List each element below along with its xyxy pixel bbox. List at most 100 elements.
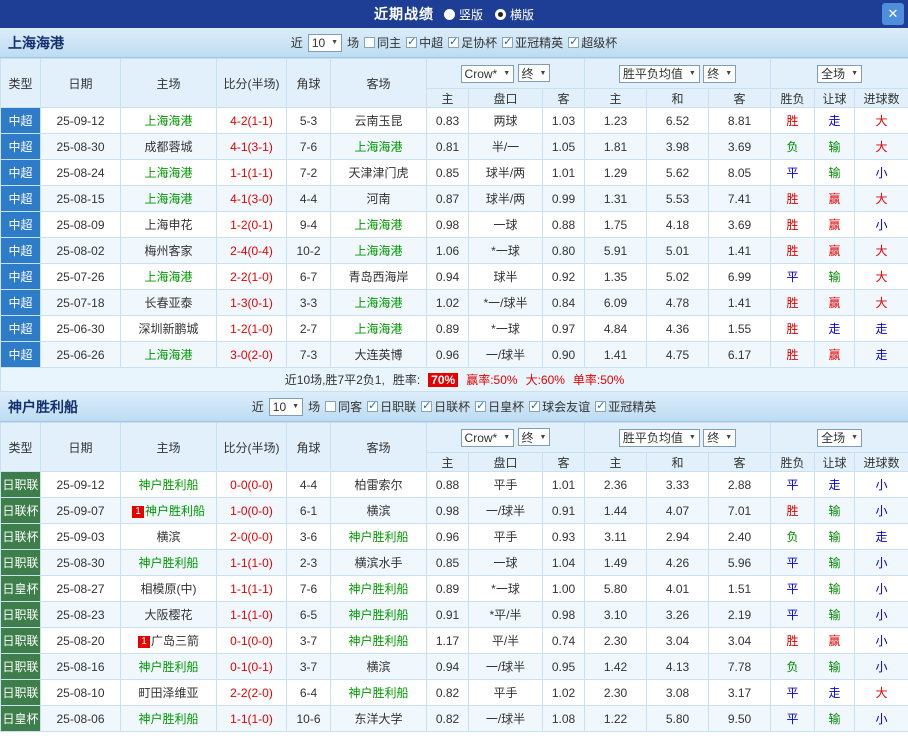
asia-handicap: 一/球半 (468, 341, 543, 368)
asia-away-odds: 0.88 (541, 211, 586, 238)
selected-team-name: 上海海港 (144, 114, 193, 128)
competition-filter[interactable]: 亚冠精英 (595, 398, 656, 415)
league-badge: 中超 (0, 289, 41, 316)
summary-content: 近10场,胜7平2负1, 胜率: 70% 赢率:50% 大:60% 单率:50% (2, 371, 908, 388)
competition-filter[interactable]: 同主 (364, 34, 401, 51)
team-cell: 上海海港 (330, 289, 427, 316)
corner-score: 6-4 (286, 679, 331, 706)
team-name: 横滨 (366, 504, 391, 518)
handicap-result-cell: 输 (814, 133, 856, 160)
europe-odds-select[interactable]: 胜平负均值 ▼ (618, 64, 700, 83)
europe-stage-select[interactable]: 终 ▼ (703, 64, 737, 83)
select-value: Crow* (464, 66, 498, 81)
asia-handicap: *一球 (468, 575, 543, 602)
goals-result-cell: 大 (854, 237, 908, 264)
asia-stage-select[interactable]: 终 ▼ (517, 428, 551, 447)
match-row: 日联杯 25-09-03 横滨 2-0(0-0) 3-6 神户胜利船 0.96 平手 0.93 3… (0, 523, 908, 550)
bookmaker-select[interactable]: Crow* ▼ (460, 428, 515, 447)
match-score: 2-2(2-0) (216, 679, 287, 706)
goals-result-cell: 大 (854, 263, 908, 290)
checkbox-icon[interactable] (475, 399, 487, 412)
match-row: 日皇杯 25-08-06 神户胜利船 1-1(1-0) 10-6 东洋大学 0.82 一/球半… (0, 705, 908, 732)
layout-radio-option[interactable]: 横版 (495, 6, 534, 23)
competition-filter[interactable]: 足协杯 (448, 34, 497, 51)
team-name: 天津津门虎 (348, 166, 409, 180)
team-cell: 上海海港 (120, 159, 217, 186)
competition-filter[interactable]: 同客 (325, 398, 362, 415)
radio-icon[interactable] (495, 8, 506, 20)
checkbox-icon[interactable] (502, 35, 514, 48)
selected-team-name: 上海海港 (144, 348, 193, 362)
checkbox-icon[interactable] (595, 399, 607, 412)
league-badge: 中超 (0, 263, 41, 290)
sub-column-header: 客 (541, 452, 586, 472)
asia-handicap: 一球 (468, 549, 543, 576)
close-button[interactable]: ✕ (882, 3, 904, 25)
selected-team-name: 上海海港 (144, 270, 193, 284)
asia-away-odds: 0.99 (541, 185, 586, 212)
asia-home-odds: 0.96 (426, 341, 469, 368)
europe-stage-select[interactable]: 终 ▼ (703, 428, 737, 447)
column-header: 类型 (0, 422, 41, 472)
asia-stage-select[interactable]: 终 ▼ (517, 64, 551, 83)
league-badge: 日联杯 (0, 497, 41, 524)
competition-filter[interactable]: 日联杯 (421, 398, 470, 415)
sub-column-header: 让球 (814, 88, 856, 108)
checkbox-icon[interactable] (367, 399, 379, 412)
asia-handicap: 一/球半 (468, 497, 543, 524)
corner-score: 7-3 (286, 341, 331, 368)
checkbox-icon[interactable] (529, 399, 541, 412)
column-header: 比分(半场) (216, 58, 287, 108)
asia-home-odds: 0.83 (426, 107, 469, 134)
scope-select[interactable]: 全场 ▼ (817, 64, 863, 83)
euro-home-odds: 1.22 (584, 705, 648, 732)
asia-away-odds: 1.08 (541, 705, 586, 732)
select-value: 10 (272, 399, 287, 414)
sub-column-header: 盘口 (468, 88, 543, 108)
team-name: 横滨水手 (354, 556, 403, 570)
team-name: 云南玉昆 (354, 114, 403, 128)
section-header: 上海海港 近 10 ▼ 场 同主 中超 足协杯 亚冠精英 超级杯 (0, 28, 908, 58)
competition-filter[interactable]: 日职联 (367, 398, 416, 415)
checkbox-icon[interactable] (364, 37, 376, 48)
goals-result-cell: 小 (854, 601, 908, 628)
scope-select[interactable]: 全场 ▼ (817, 428, 863, 447)
match-row: 中超 25-07-26 上海海港 2-2(1-0) 6-7 青岛西海岸 0.94 球半 0.92… (0, 263, 908, 290)
europe-odds-select[interactable]: 胜平负均值 ▼ (618, 428, 700, 447)
layout-radio-option[interactable]: 竖版 (443, 6, 483, 23)
filter-bar: 近 10 ▼ 场 同客 日职联 日联杯 日皇杯 球会友谊 亚冠精英 (252, 397, 656, 416)
corner-score: 2-7 (286, 315, 331, 342)
competition-filter[interactable]: 亚冠精英 (502, 34, 563, 51)
team-name: 相模原(中) (140, 582, 197, 596)
corner-score: 2-3 (286, 549, 331, 576)
asia-away-odds: 0.92 (541, 263, 586, 290)
league-badge: 日职联 (0, 627, 41, 654)
checkbox-icon[interactable] (421, 399, 433, 412)
selected-team-name: 神户胜利船 (348, 686, 409, 700)
bookmaker-select[interactable]: Crow* ▼ (460, 64, 515, 83)
asia-away-odds: 0.90 (541, 341, 586, 368)
euro-home-odds: 5.80 (584, 575, 648, 602)
team-cell: 上海申花 (120, 211, 217, 238)
checkbox-icon[interactable] (325, 401, 337, 412)
selected-team-name: 上海海港 (144, 192, 193, 206)
match-score: 1-1(1-0) (216, 601, 287, 628)
checkbox-icon[interactable] (568, 35, 580, 48)
matches-count-select[interactable]: 10 ▼ (268, 397, 304, 416)
competition-filter[interactable]: 日皇杯 (475, 398, 524, 415)
topbar: 近期战绩 竖版 横版 ✕ (0, 0, 908, 28)
asia-handicap: 一/球半 (468, 705, 543, 732)
asia-handicap: 球半/两 (468, 159, 543, 186)
team-name: 河南 (366, 192, 391, 206)
radio-icon[interactable] (443, 8, 455, 20)
competition-filter[interactable]: 球会友谊 (529, 398, 590, 415)
matches-count-select[interactable]: 10 ▼ (307, 33, 343, 52)
handicap-result-cell: 走 (814, 471, 856, 498)
checkbox-icon[interactable] (406, 35, 418, 48)
select-value: 胜平负均值 (622, 431, 683, 445)
competition-filter[interactable]: 中超 (406, 34, 443, 51)
competition-filter[interactable]: 超级杯 (568, 34, 617, 51)
checkbox-icon[interactable] (448, 35, 460, 48)
euro-home-odds: 3.11 (584, 523, 648, 550)
match-row: 日皇杯 25-08-27 相模原(中) 1-1(1-1) 7-6 神户胜利船 0.89 *一球… (0, 575, 908, 602)
